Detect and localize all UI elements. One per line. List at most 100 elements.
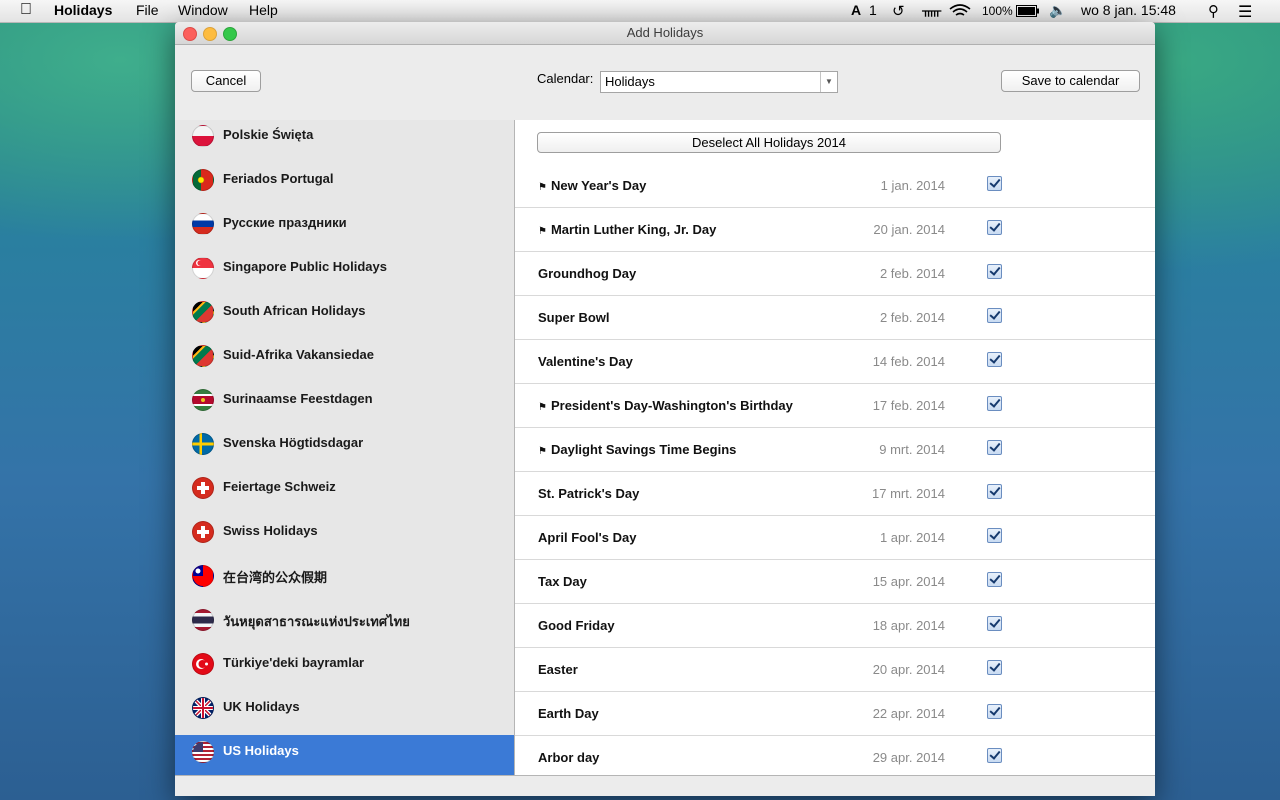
sidebar-item-label: Surinaamse Feestdagen [223,391,373,406]
title-bar: Add Holidays [175,22,1155,45]
holiday-row[interactable]: ⚑ Daylight Savings Time Begins 9 mrt. 2014 [515,427,1155,472]
sidebar-item[interactable]: Svenska Högtidsdagar [175,427,514,471]
flag-icon [192,565,214,587]
apple-menu-icon[interactable]:  [20,1,32,19]
holiday-row[interactable]: Tax Day 15 apr. 2014 [515,559,1155,604]
time-machine-icon[interactable]: ↺ [892,2,905,20]
volume-icon[interactable]: 🔈 [1049,2,1066,19]
clock[interactable]: wo 8 jan. 15:48 [1081,2,1176,18]
menu-app-name[interactable]: Holidays [54,2,112,18]
holiday-name: Earth Day [538,706,599,721]
holiday-row[interactable]: Valentine's Day 14 feb. 2014 [515,339,1155,384]
zoom-window-button[interactable] [223,27,237,41]
holiday-date: 14 feb. 2014 [872,354,945,369]
sidebar-item[interactable]: Suid-Afrika Vakansiedae [175,339,514,383]
battery-icon[interactable] [1016,5,1040,17]
menu-window[interactable]: Window [178,2,228,18]
holiday-row[interactable]: Arbor day 29 apr. 2014 [515,735,1155,775]
holiday-checkbox[interactable] [987,704,1002,719]
sidebar-item-label: Feiertage Schweiz [223,479,336,494]
save-to-calendar-button[interactable]: Save to calendar [1001,70,1140,92]
holiday-date: 17 feb. 2014 [872,398,945,413]
sidebar-item[interactable]: Feiertage Schweiz [175,471,514,515]
holiday-checkbox[interactable] [987,748,1002,763]
holiday-row[interactable]: St. Patrick's Day 17 mrt. 2014 [515,471,1155,516]
holiday-date: 2 feb. 2014 [879,310,945,325]
holiday-name: April Fool's Day [538,530,636,545]
sidebar-item[interactable]: Русские праздники [175,207,514,251]
sidebar-item-label: Русские праздники [223,215,347,230]
input-source-number: 1 [869,2,877,18]
chevron-down-icon: ▼ [820,72,837,92]
holiday-date: 1 jan. 2014 [880,178,945,193]
flag-icon [192,653,214,675]
holiday-name: Easter [538,662,578,677]
sidebar-item[interactable]: South African Holidays [175,295,514,339]
sidebar-item-label: UK Holidays [223,699,300,714]
holiday-row[interactable]: April Fool's Day 1 apr. 2014 [515,515,1155,560]
holiday-row[interactable]: Good Friday 18 apr. 2014 [515,603,1155,648]
spotlight-search-icon[interactable]: ⚲ [1208,2,1219,20]
holiday-row[interactable]: Earth Day 22 apr. 2014 [515,691,1155,736]
cancel-button[interactable]: Cancel [191,70,261,92]
sidebar-item-label: Singapore Public Holidays [223,259,387,274]
holiday-row[interactable]: ⚑ President's Day-Washington's Birthday 17… [515,383,1155,428]
sidebar-item[interactable]: Feriados Portugal [175,163,514,207]
flag-icon [192,213,214,235]
flag-icon [192,169,214,191]
sidebar-item-label: Türkiye'deki bayramlar [223,655,365,670]
holiday-checkbox[interactable] [987,440,1002,455]
holiday-checkbox[interactable] [987,484,1002,499]
holiday-checkbox[interactable] [987,616,1002,631]
holiday-checkbox[interactable] [987,220,1002,235]
holiday-name-text: Groundhog Day [538,266,637,281]
holiday-row[interactable]: ⚑ Martin Luther King, Jr. Day 20 jan. 2014 [515,207,1155,252]
flag-icon [192,697,214,719]
holiday-checkbox[interactable] [987,264,1002,279]
sidebar-item[interactable]: Surinaamse Feestdagen [175,383,514,427]
holiday-checkbox[interactable] [987,176,1002,191]
notification-center-icon[interactable]: ☰ [1238,2,1252,22]
holiday-row[interactable]: Easter 20 apr. 2014 [515,647,1155,692]
holiday-date: 20 jan. 2014 [873,222,945,237]
sidebar-item[interactable]: 在台湾的公众假期 [175,559,514,603]
sidebar-item[interactable]: วันหยุดสาธารณะแห่งประเทศไทย [175,603,514,647]
close-window-button[interactable] [183,27,197,41]
sidebar-item[interactable]: Polskie Święta [175,120,514,163]
input-source-icon[interactable]: A [851,2,861,18]
holiday-checkbox[interactable] [987,660,1002,675]
holiday-name: Good Friday [538,618,615,633]
holiday-checkbox[interactable] [987,572,1002,587]
sidebar-item-label: วันหยุดสาธารณะแห่งประเทศไทย [223,614,410,629]
minimize-window-button[interactable] [203,27,217,41]
flag-icon [192,257,214,279]
bluetooth-icon[interactable]: ᚅ [922,2,941,19]
flag-icon [192,741,214,763]
sidebar-item[interactable]: Türkiye'deki bayramlar [175,647,514,691]
holiday-name: ⚑ Martin Luther King, Jr. Day [538,222,716,237]
holiday-name: ⚑ President's Day-Washington's Birthday [538,398,793,413]
holiday-checkbox[interactable] [987,528,1002,543]
sidebar-item[interactable]: Swiss Holidays [175,515,514,559]
flag-marker-icon: ⚑ [538,402,547,413]
menu-help[interactable]: Help [249,2,278,18]
wifi-icon[interactable] [949,4,971,18]
calendar-select[interactable]: Holidays ▼ [600,71,838,93]
holiday-checkbox[interactable] [987,396,1002,411]
holiday-row[interactable]: Super Bowl 2 feb. 2014 [515,295,1155,340]
holiday-name-text: Easter [538,662,578,677]
sidebar-item[interactable]: UK Holidays [175,691,514,735]
menu-file[interactable]: File [136,2,159,18]
sidebar-item[interactable]: US Holidays [175,735,514,775]
sidebar-item-label: Feriados Portugal [223,171,334,186]
country-list: Polskie Święta Feriados Portugal Русские п… [175,120,515,775]
holiday-row[interactable]: Groundhog Day 2 feb. 2014 [515,251,1155,296]
deselect-all-button[interactable]: Deselect All Holidays 2014 [537,132,1001,153]
flag-icon [192,125,214,147]
holiday-checkbox[interactable] [987,352,1002,367]
holiday-name: Valentine's Day [538,354,633,369]
holiday-name: Groundhog Day [538,266,636,281]
holiday-row[interactable]: ⚑ New Year's Day 1 jan. 2014 [515,163,1155,208]
sidebar-item[interactable]: Singapore Public Holidays [175,251,514,295]
holiday-checkbox[interactable] [987,308,1002,323]
